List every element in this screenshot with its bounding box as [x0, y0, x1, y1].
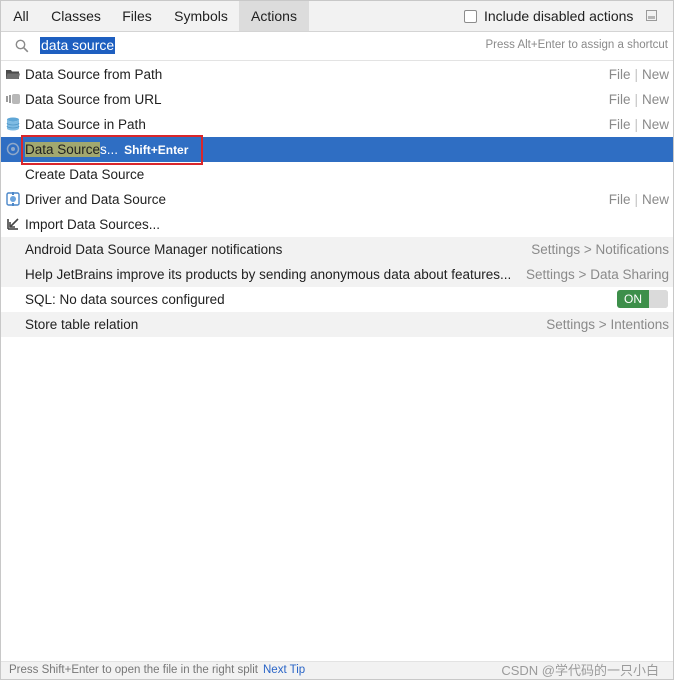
list-item[interactable]: Driver and Data Source File | New	[1, 187, 673, 212]
database-icon	[6, 117, 20, 131]
list-item[interactable]: Android Data Source Manager notification…	[1, 237, 673, 262]
tab-symbols[interactable]: Symbols	[163, 1, 239, 31]
item-category: File | New	[608, 192, 669, 207]
item-label: Data Source from URL	[25, 92, 162, 107]
search-everywhere-popup: All Classes Files Symbols Actions Includ…	[0, 0, 674, 680]
pin-window-icon[interactable]	[646, 10, 657, 21]
search-bar: data source Press Alt+Enter to assign a …	[1, 32, 673, 61]
list-item[interactable]: Store table relation Settings > Intentio…	[1, 312, 673, 337]
annotation-red-box	[21, 135, 203, 165]
item-label: Import Data Sources...	[25, 217, 161, 232]
results-list: Data Source from Path File | New Data Sour…	[1, 62, 673, 337]
tab-all[interactable]: All	[1, 1, 41, 31]
item-label: Android Data Source Manager notification…	[25, 242, 283, 257]
list-item[interactable]: Import Data Sources...	[1, 212, 673, 237]
tab-bar: All Classes Files Symbols Actions Includ…	[1, 1, 673, 32]
shortcut-hint: Press Alt+Enter to assign a shortcut	[485, 39, 669, 51]
tab-classes[interactable]: Classes	[41, 1, 111, 31]
item-category: File | New	[608, 92, 669, 107]
list-item[interactable]: Data Source in Path File | New	[1, 112, 673, 137]
import-icon	[7, 218, 19, 230]
toggle-on-label: ON	[617, 290, 649, 308]
list-item[interactable]: SQL: No data sources configured ON	[1, 287, 673, 312]
item-label: Store table relation	[25, 317, 139, 332]
item-label: Data Source from Path	[25, 67, 163, 82]
list-item[interactable]: Help JetBrains improve its products by s…	[1, 262, 673, 287]
item-label: Driver and Data Source	[25, 192, 167, 207]
next-tip-link[interactable]: Next Tip	[263, 664, 305, 676]
list-item-selected[interactable]: Data Sources... Shift+Enter	[1, 135, 673, 165]
driver-icon	[6, 192, 20, 206]
include-disabled-checkbox[interactable]	[464, 9, 477, 23]
item-category: File | New	[608, 67, 669, 82]
folder-icon	[6, 70, 20, 79]
item-settings-path: Settings > Data Sharing	[526, 267, 669, 282]
item-category: File | New	[608, 117, 669, 132]
url-icon	[6, 94, 20, 104]
item-label: SQL: No data sources configured	[25, 292, 225, 307]
item-settings-path: Settings > Intentions	[546, 317, 669, 332]
list-item[interactable]: Data Source from URL File | New	[1, 87, 673, 112]
tip-text: Press Shift+Enter to open the file in th…	[9, 664, 306, 676]
list-item[interactable]: Create Data Source	[1, 162, 673, 187]
include-disabled-label: Include disabled actions	[484, 8, 634, 24]
tab-actions[interactable]: Actions	[239, 1, 309, 31]
item-label: Data Source in Path	[25, 117, 146, 132]
include-disabled-actions[interactable]: Include disabled actions	[464, 8, 633, 24]
watermark: CSDN @学代码的一只小白	[501, 663, 659, 678]
tab-files[interactable]: Files	[111, 1, 163, 31]
toggle-knob	[649, 290, 668, 308]
sql-toggle-switch[interactable]: ON	[617, 290, 668, 308]
search-icon	[15, 39, 29, 53]
datasources-icon	[6, 142, 20, 156]
item-label: Create Data Source	[25, 167, 145, 182]
list-item[interactable]: Data Source from Path File | New	[1, 62, 673, 87]
search-input[interactable]: data source	[40, 37, 116, 54]
item-settings-path: Settings > Notifications	[531, 242, 669, 257]
item-label: Help JetBrains improve its products by s…	[25, 267, 512, 282]
status-bar: Press Shift+Enter to open the file in th…	[1, 661, 673, 679]
